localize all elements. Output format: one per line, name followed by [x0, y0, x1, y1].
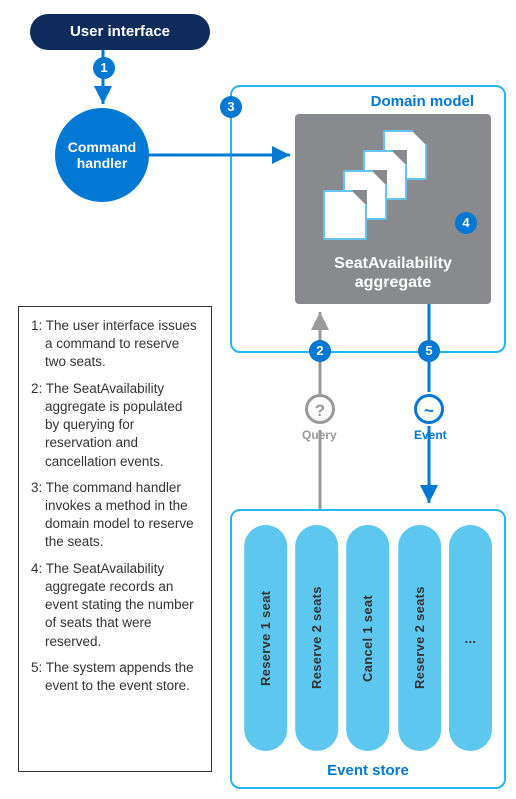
- event-pill: Cancel 1 seat: [346, 525, 389, 751]
- legend-item-2: 2: The SeatAvailability aggregate is pop…: [31, 380, 199, 471]
- legend-item-4: 4: The SeatAvailability aggregate record…: [31, 560, 199, 651]
- legend-box: 1: The user interface issues a command t…: [18, 306, 212, 772]
- aggregate-node: SeatAvailability aggregate: [295, 114, 491, 304]
- aggregate-label-1: SeatAvailability: [334, 255, 452, 272]
- query-icon: ?: [305, 394, 335, 424]
- event-store-title: Event store: [232, 762, 504, 779]
- document-icon: [323, 190, 367, 240]
- user-interface-node: User interface: [30, 14, 210, 50]
- event-pill-more: ...: [449, 525, 492, 751]
- legend-item-1: 1: The user interface issues a command t…: [31, 317, 199, 372]
- command-handler-node: Command handler: [55, 108, 149, 202]
- legend-item-3: 3: The command handler invokes a method …: [31, 479, 199, 552]
- query-label: Query: [302, 428, 337, 442]
- step-badge-1: 1: [93, 57, 115, 79]
- command-handler-label-2: handler: [77, 155, 128, 171]
- aggregate-label: SeatAvailability aggregate: [295, 254, 491, 292]
- step-badge-4: 4: [455, 212, 477, 234]
- event-pill: Reserve 2 seats: [398, 525, 441, 751]
- domain-model-title: Domain model: [371, 93, 474, 110]
- step-badge-5: 5: [418, 340, 440, 362]
- legend-item-5: 5: The system appends the event to the e…: [31, 659, 199, 695]
- diagram-canvas: User interface Command handler Domain mo…: [0, 0, 516, 799]
- command-handler-label-1: Command: [68, 139, 136, 155]
- aggregate-label-2: aggregate: [355, 274, 431, 291]
- event-store-container: Reserve 1 seat Reserve 2 seats Cancel 1 …: [230, 509, 506, 789]
- step-badge-2: 2: [309, 340, 331, 362]
- event-icon: ~: [414, 394, 444, 424]
- event-pill: Reserve 2 seats: [295, 525, 338, 751]
- event-list: Reserve 1 seat Reserve 2 seats Cancel 1 …: [244, 525, 492, 751]
- event-pill: Reserve 1 seat: [244, 525, 287, 751]
- step-badge-3: 3: [220, 96, 242, 118]
- event-label: Event: [414, 428, 447, 442]
